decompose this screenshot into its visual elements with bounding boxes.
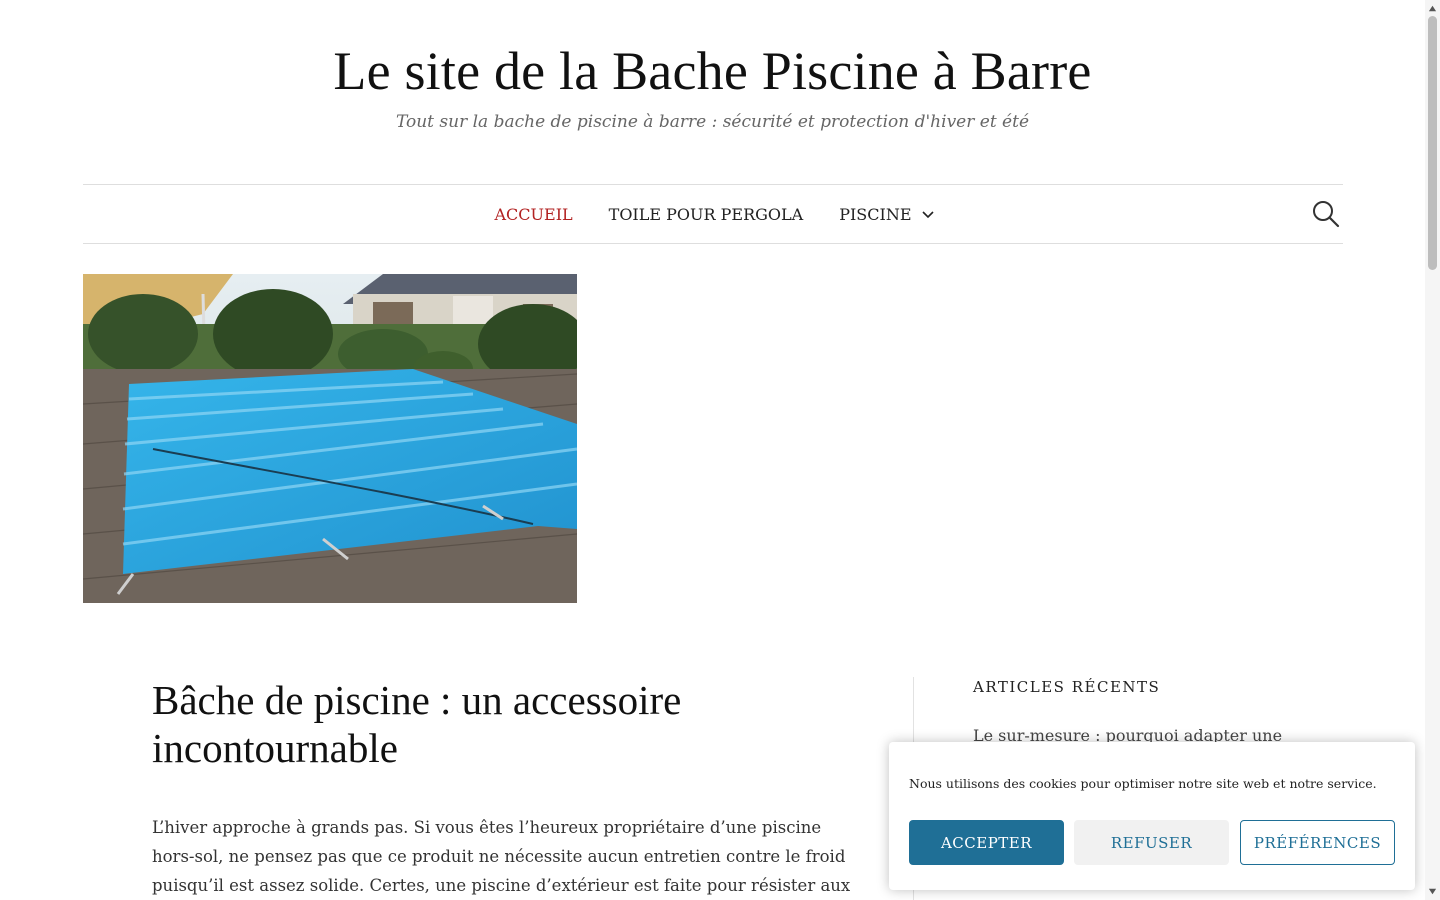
site-tagline: Tout sur la bache de piscine à barre : s… <box>395 112 1030 132</box>
sidebar-heading-recent-articles: ARTICLES RÉCENTS <box>973 678 1161 696</box>
post-excerpt: L’hiver approche à grands pas. Si vous ê… <box>152 818 851 895</box>
nav-item-label: TOILE POUR PERGOLA <box>608 204 804 224</box>
nav-item-label: ACCUEIL <box>494 204 573 224</box>
post-title[interactable]: Bâche de piscine : un accessoire inconto… <box>152 676 852 772</box>
site-title[interactable]: Le site de la Bache Piscine à Barre <box>0 38 1425 104</box>
main-navigation: ACCUEIL TOILE POUR PERGOLA PISCINE <box>83 184 1343 244</box>
cookie-consent-banner: Nous utilisons des cookies pour optimise… <box>889 742 1415 890</box>
featured-image-pool-cover[interactable] <box>83 274 577 603</box>
vertical-scrollbar[interactable] <box>1425 0 1440 900</box>
scroll-up-arrow-icon[interactable] <box>1428 4 1437 13</box>
search-icon[interactable] <box>1312 200 1340 228</box>
cookie-preferences-button[interactable]: PRÉFÉRENCES <box>1240 820 1395 865</box>
cookie-message: Nous utilisons des cookies pour optimise… <box>909 776 1377 791</box>
chevron-down-icon <box>921 211 934 219</box>
nav-item-label: PISCINE <box>839 204 912 224</box>
nav-menu: ACCUEIL TOILE POUR PERGOLA PISCINE <box>83 185 1343 243</box>
refuse-cookies-button[interactable]: REFUSER <box>1074 820 1229 865</box>
nav-item-piscine[interactable]: PISCINE <box>839 205 935 224</box>
scroll-down-arrow-icon[interactable] <box>1428 887 1437 896</box>
nav-item-toile-pour-pergola[interactable]: TOILE POUR PERGOLA <box>609 205 804 224</box>
scrollbar-thumb[interactable] <box>1428 16 1437 270</box>
accept-cookies-button[interactable]: ACCEPTER <box>909 820 1064 865</box>
nav-item-accueil[interactable]: ACCUEIL <box>494 205 572 224</box>
